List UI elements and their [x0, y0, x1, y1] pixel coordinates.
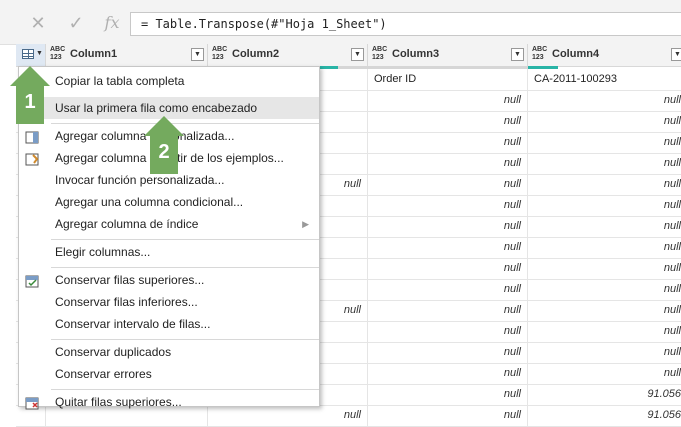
- table-cell[interactable]: null: [528, 90, 681, 111]
- filter-dropdown-icon[interactable]: ▼: [511, 48, 524, 61]
- custom-column-icon: [25, 129, 39, 144]
- menu-item-keep-bottom-rows[interactable]: Conservar filas inferiores...: [19, 291, 319, 313]
- menu-separator: [51, 339, 319, 340]
- table-icon: [22, 49, 34, 59]
- menu-item-keep-duplicates[interactable]: Conservar duplicados: [19, 341, 319, 363]
- menu-item-label: Agregar columna de índice: [55, 217, 199, 231]
- column-from-examples-icon: [25, 151, 39, 166]
- table-cell[interactable]: 91.056: [528, 384, 681, 405]
- x-icon[interactable]: ✕: [26, 11, 50, 35]
- table-cell[interactable]: null: [528, 216, 681, 237]
- menu-separator: [51, 389, 319, 390]
- column-name: Column4: [552, 48, 600, 60]
- callout-arrow: [10, 66, 50, 86]
- menu-item-keep-top-rows[interactable]: Conservar filas superiores...: [19, 269, 319, 291]
- table-cell[interactable]: 91.056: [528, 405, 681, 426]
- table-menu-button[interactable]: ▼: [16, 44, 46, 66]
- menu-separator: [51, 239, 319, 240]
- menu-item-add-index-column[interactable]: Agregar columna de índice ▶: [19, 213, 319, 235]
- table-cell[interactable]: null: [368, 216, 528, 237]
- table-cell[interactable]: null: [368, 174, 528, 195]
- callout-number: 1: [16, 86, 44, 124]
- menu-item-label: Copiar la tabla completa: [55, 74, 185, 88]
- menu-item-copy-table[interactable]: Copiar la tabla completa: [19, 70, 319, 92]
- column-name: Column2: [232, 48, 280, 60]
- callout-arrow: [144, 116, 184, 136]
- menu-item-label: Agregar una columna condicional...: [55, 195, 244, 209]
- table-cell[interactable]: null: [528, 300, 681, 321]
- remove-rows-icon: [25, 395, 39, 410]
- table-cell[interactable]: null: [368, 321, 528, 342]
- filter-dropdown-icon[interactable]: ▼: [671, 48, 681, 61]
- chevron-down-icon: ▼: [36, 50, 43, 57]
- menu-separator: [51, 123, 319, 124]
- table-cell[interactable]: null: [528, 111, 681, 132]
- filter-dropdown-icon[interactable]: ▼: [191, 48, 204, 61]
- menu-item-choose-columns[interactable]: Elegir columnas...: [19, 241, 319, 263]
- menu-item-label: Elegir columnas...: [55, 245, 151, 259]
- table-cell[interactable]: null: [368, 384, 528, 405]
- column-header-row: ▼ ABC 123 Column1 ▼ ABC 123 Column2 ▼ ABC 1…: [16, 44, 681, 69]
- table-cell[interactable]: null: [528, 279, 681, 300]
- any-type-icon[interactable]: ABC 123: [532, 46, 547, 62]
- column-name: Column1: [70, 48, 118, 60]
- table-cell[interactable]: null: [528, 342, 681, 363]
- menu-item-label: Quitar filas superiores...: [55, 395, 182, 409]
- table-cell[interactable]: null: [528, 258, 681, 279]
- check-icon[interactable]: ✓: [64, 11, 88, 35]
- table-cell[interactable]: null: [528, 132, 681, 153]
- table-cell[interactable]: null: [528, 237, 681, 258]
- keep-rows-icon: [25, 273, 39, 288]
- callout-step-1: 1: [10, 66, 50, 126]
- menu-item-remove-top-rows[interactable]: Quitar filas superiores...: [19, 391, 319, 413]
- table-cell[interactable]: null: [368, 342, 528, 363]
- table-cell[interactable]: null: [368, 279, 528, 300]
- menu-item-label: Conservar duplicados: [55, 345, 172, 359]
- table-cell[interactable]: null: [368, 90, 528, 111]
- menu-item-label: Conservar errores: [55, 367, 152, 381]
- any-type-icon[interactable]: ABC 123: [212, 46, 227, 62]
- table-cell[interactable]: null: [528, 363, 681, 384]
- table-cell[interactable]: null: [368, 363, 528, 384]
- table-cell[interactable]: CA-2011-100293: [528, 69, 681, 90]
- menu-item-label: Conservar intervalo de filas...: [55, 317, 211, 331]
- column-name: Column3: [392, 48, 440, 60]
- table-cell[interactable]: null: [528, 153, 681, 174]
- fx-icon[interactable]: fx: [100, 11, 124, 35]
- menu-item-keep-errors[interactable]: Conservar errores: [19, 363, 319, 385]
- table-cell[interactable]: null: [368, 405, 528, 426]
- column-header[interactable]: ABC 123 Column1 ▼: [46, 44, 208, 66]
- any-type-icon[interactable]: ABC 123: [50, 46, 65, 62]
- filter-dropdown-icon[interactable]: ▼: [351, 48, 364, 61]
- menu-separator: [51, 267, 319, 268]
- table-cell[interactable]: Order ID: [368, 69, 528, 90]
- table-cell[interactable]: null: [368, 195, 528, 216]
- table-cell[interactable]: null: [368, 258, 528, 279]
- formula-input[interactable]: = Table.Transpose(#"Hoja 1_Sheet"): [130, 12, 681, 36]
- column-header[interactable]: ABC 123 Column2 ▼: [208, 44, 368, 66]
- table-cell[interactable]: null: [368, 237, 528, 258]
- menu-item-label: Conservar filas inferiores...: [55, 295, 198, 309]
- table-cell[interactable]: null: [528, 174, 681, 195]
- table-cell[interactable]: null: [368, 153, 528, 174]
- callout-number: 2: [150, 136, 178, 174]
- menu-item-label: Invocar función personalizada...: [55, 173, 225, 187]
- table-cell[interactable]: null: [368, 300, 528, 321]
- table-cell[interactable]: null: [368, 111, 528, 132]
- menu-item-add-conditional-column[interactable]: Agregar una columna condicional...: [19, 191, 319, 213]
- table-cell[interactable]: null: [528, 195, 681, 216]
- column-header[interactable]: ABC 123 Column3 ▼: [368, 44, 528, 66]
- column-header[interactable]: ABC 123 Column4 ▼: [528, 44, 681, 66]
- formula-bar: ✕ ✓ fx = Table.Transpose(#"Hoja 1_Sheet"…: [0, 0, 681, 45]
- menu-item-keep-range-of-rows[interactable]: Conservar intervalo de filas...: [19, 313, 319, 335]
- table-cell[interactable]: null: [368, 132, 528, 153]
- table-cell[interactable]: null: [528, 321, 681, 342]
- any-type-icon[interactable]: ABC 123: [372, 46, 387, 62]
- chevron-right-icon: ▶: [302, 219, 309, 229]
- callout-step-2: 2: [144, 116, 184, 176]
- menu-item-label: Conservar filas superiores...: [55, 273, 205, 287]
